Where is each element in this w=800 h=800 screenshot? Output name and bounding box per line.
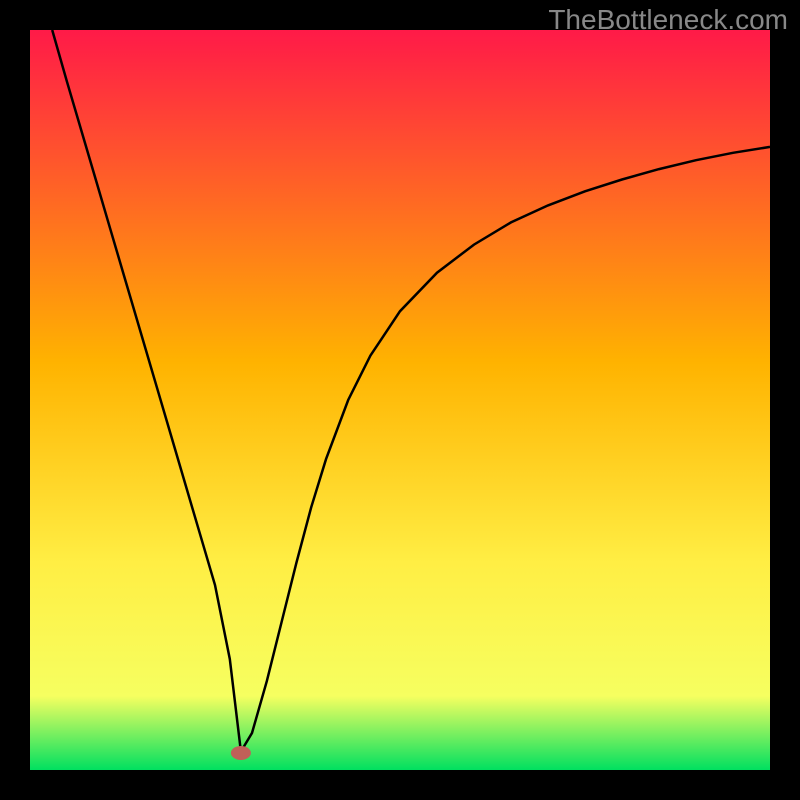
chart-container: TheBottleneck.com	[0, 0, 800, 800]
plot-hole	[30, 30, 770, 770]
optimal-marker-top	[231, 746, 251, 760]
chart-svg	[0, 0, 800, 800]
